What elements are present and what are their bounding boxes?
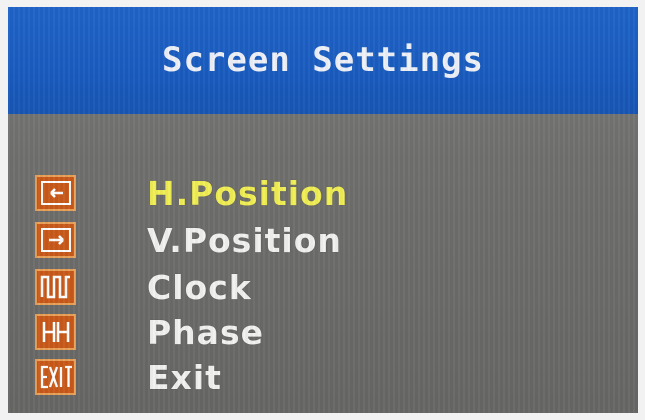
clock-icon (35, 269, 76, 305)
phase-icon (35, 314, 76, 350)
menu-item-label: Exit (147, 357, 222, 397)
page-title: Screen Settings (161, 39, 485, 80)
menu-item-label: V.Position (147, 220, 342, 260)
menu-item-label: Phase (147, 312, 264, 352)
menu-item-clock[interactable]: Clock (8, 264, 638, 310)
menu-item-label: H.Position (147, 173, 349, 213)
menu-item-label: Clock (147, 267, 252, 307)
h-position-icon (35, 175, 76, 211)
osd-panel: Screen Settings H.Position V.Position Cl… (8, 7, 638, 413)
menu-item-v-position[interactable]: V.Position (8, 217, 638, 263)
menu-item-h-position[interactable]: H.Position (8, 170, 638, 216)
osd-header: Screen Settings (8, 7, 638, 114)
exit-icon (35, 359, 76, 395)
v-position-icon (35, 222, 76, 258)
menu-item-phase[interactable]: Phase (8, 309, 638, 355)
menu-item-exit[interactable]: Exit (8, 354, 638, 400)
